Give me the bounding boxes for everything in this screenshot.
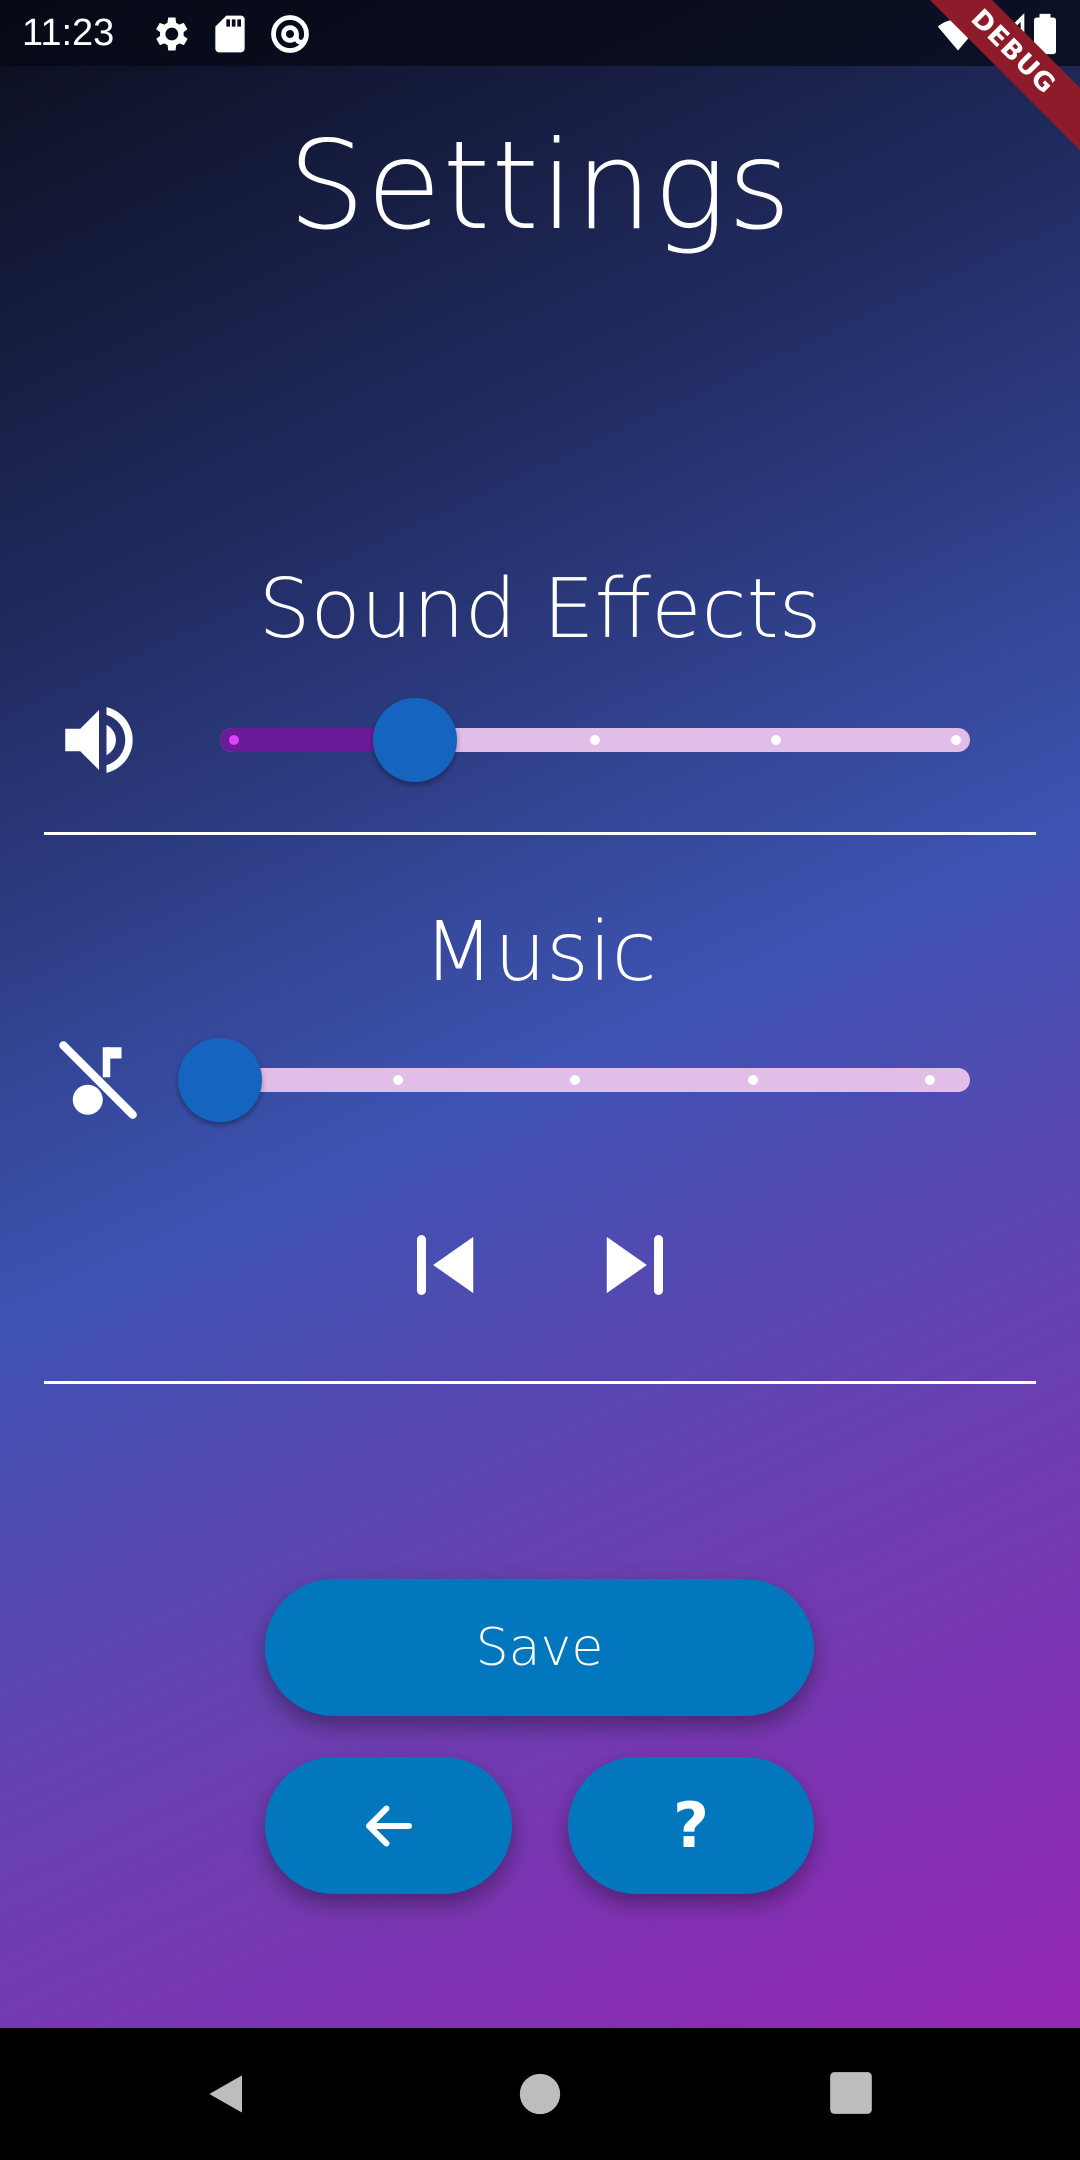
music-slider-thumb[interactable] — [178, 1038, 262, 1122]
gear-icon — [156, 17, 188, 51]
status-time: 11:23 — [22, 12, 115, 54]
help-button[interactable]: ? — [568, 1757, 814, 1894]
music-slider-tick — [570, 1075, 580, 1085]
music-off-icon[interactable] — [54, 1036, 144, 1126]
music-slider-tick — [747, 1075, 758, 1085]
system-navigation-bar — [0, 2028, 1080, 2160]
sound-effects-slider-tick — [951, 735, 961, 745]
page-title: Settings — [287, 115, 793, 257]
divider-top — [44, 832, 1036, 835]
back-triangle-icon[interactable] — [200, 2066, 256, 2122]
music-slider-tick — [925, 1075, 935, 1085]
recents-square-icon[interactable] — [826, 2068, 876, 2118]
settings-screen: 11:23 DEBUG Settings Sound Effects Music… — [0, 0, 1080, 2028]
skip-next-icon[interactable] — [588, 1220, 678, 1310]
back-button[interactable] — [265, 1757, 512, 1894]
sound-effects-slider-tick — [590, 735, 600, 745]
save-button[interactable]: Save — [265, 1579, 814, 1716]
sound-effects-slider[interactable] — [220, 698, 970, 782]
divider-bottom — [44, 1381, 1036, 1384]
music-title: Music — [423, 905, 657, 1000]
skip-previous-icon[interactable] — [402, 1220, 492, 1310]
status-bar: 11:23 — [0, 0, 1080, 66]
volume-up-icon[interactable] — [54, 695, 144, 785]
music-slider-tick — [392, 1075, 403, 1085]
home-circle-icon[interactable] — [518, 2066, 562, 2122]
help-button-label: ? — [673, 1789, 709, 1862]
music-slider[interactable] — [178, 1038, 970, 1122]
at-sign-icon — [271, 15, 309, 53]
save-button-label: Save — [475, 1617, 604, 1678]
sound-effects-slider-tick — [770, 735, 781, 745]
arrow-back-icon — [365, 1805, 412, 1846]
sound-effects-slider-tick — [229, 735, 239, 745]
sd-card-icon — [215, 15, 245, 53]
sound-effects-slider-thumb[interactable] — [372, 698, 457, 782]
sound-effects-title: Sound Effects — [258, 562, 822, 657]
